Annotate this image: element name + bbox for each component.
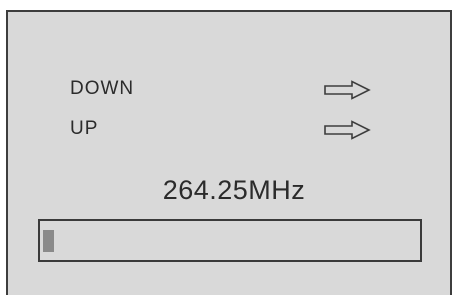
right-arrow-icon bbox=[324, 120, 371, 140]
progress-fill bbox=[43, 230, 54, 252]
right-arrow-icon bbox=[324, 80, 371, 100]
menu-item-label: UP bbox=[70, 118, 99, 139]
menu-item-label: DOWN bbox=[70, 78, 135, 99]
tuner-screen: DOWN UP 264.25MHz bbox=[6, 10, 452, 295]
menu-item-up[interactable]: UP bbox=[8, 116, 450, 144]
menu-item-down[interactable]: DOWN bbox=[8, 76, 450, 104]
frequency-readout: 264.25MHz bbox=[162, 175, 306, 205]
tuning-progress-bar bbox=[38, 219, 422, 262]
